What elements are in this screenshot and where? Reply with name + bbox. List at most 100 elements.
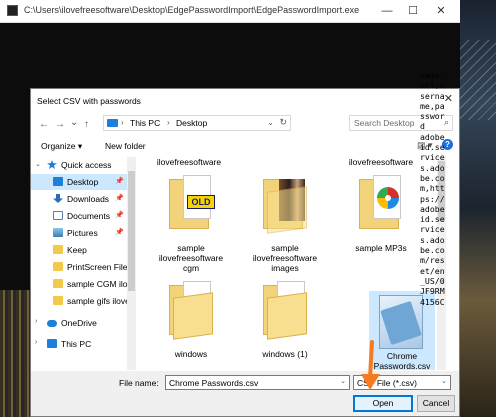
folder-icon: OLD	[169, 175, 217, 231]
preview-line: s.ado	[420, 234, 445, 245]
breadcrumb-this-pc[interactable]: This PC	[130, 118, 160, 128]
preview-line: url,u	[420, 80, 445, 91]
minimize-button[interactable]: —	[374, 2, 400, 20]
breadcrumb-desktop[interactable]: Desktop	[176, 118, 207, 128]
nav-pane-scrollbar-thumb[interactable]	[128, 171, 135, 291]
organize-button[interactable]: Organize ▾	[41, 141, 82, 152]
preview-line: adobe	[420, 131, 445, 142]
preview-line: rvice	[420, 152, 445, 163]
folder-icon	[53, 279, 63, 288]
address-bar[interactable]: › This PC › Desktop ⌄ ↻	[103, 115, 291, 131]
nav-item-keep[interactable]: Keep	[31, 242, 127, 258]
new-folder-button[interactable]: New folder	[105, 141, 146, 151]
preview-line: sswor	[420, 111, 445, 122]
folder-item-sample-cgm[interactable]: OLD sample ilovefreesoftware cgm	[159, 175, 223, 275]
dialog-title: Select CSV with passwords	[37, 96, 141, 106]
up-arrow-icon[interactable]: ↑	[84, 119, 89, 130]
folder-icon	[263, 281, 311, 340]
file-name-value: Chrome Passwords.csv	[169, 378, 259, 388]
expand-chevron-icon[interactable]: ›	[35, 318, 37, 325]
console-titlebar[interactable]: C:\Users\ilovefreesoftware\Desktop\EdgeP…	[0, 0, 460, 23]
nav-label: Keep	[67, 245, 87, 255]
forward-arrow-icon[interactable]: →	[55, 119, 65, 130]
folder-icon	[53, 296, 63, 305]
preview-line: _US/0	[420, 275, 445, 286]
preview-line: id.se	[420, 142, 445, 153]
file-name-label: File name:	[119, 378, 159, 388]
nav-item-documents[interactable]: Documents 📌	[31, 208, 127, 224]
this-pc-icon	[107, 119, 118, 127]
preview-line: s.ado	[420, 162, 445, 173]
nav-item-printscreen-files[interactable]: PrintScreen Files	[31, 259, 127, 275]
file-name-input[interactable]: Chrome Passwords.csv ⌄	[165, 375, 350, 390]
nav-label: This PC	[61, 339, 92, 349]
folder-item-windows-1[interactable]: windows (1)	[253, 281, 317, 370]
recent-locations-chevron-icon[interactable]: ⌄	[70, 117, 78, 128]
open-file-dialog: Select CSV with passwords ✕ ← → ⌄ ↑ › Th…	[30, 88, 460, 417]
preview-line: serna	[420, 90, 445, 101]
nav-label: Pictures	[67, 228, 98, 238]
csv-file-icon	[379, 295, 423, 349]
cloud-icon	[47, 320, 57, 327]
dialog-toolbar: Organize ▾ New folder ▤ ▾ ▯ ?	[31, 137, 459, 155]
file-label: windows	[174, 349, 208, 359]
nav-item-downloads[interactable]: Downloads 📌	[31, 191, 127, 207]
picture-icon	[53, 228, 63, 237]
nav-item-sample-cgm[interactable]: sample CGM ilov	[31, 276, 127, 292]
nav-pane-scrollbar[interactable]	[127, 157, 136, 370]
preview-line: name,	[420, 70, 445, 80]
nav-item-onedrive[interactable]: › OneDrive	[31, 315, 127, 331]
nav-label: Desktop	[67, 177, 99, 187]
preview-line: id.se	[420, 214, 445, 225]
back-arrow-icon[interactable]: ←	[39, 119, 49, 130]
pin-icon: 📌	[115, 229, 124, 236]
preview-line: m/res	[420, 255, 445, 266]
folder-item-sample-images[interactable]: sample ilovefreesoftware images	[253, 175, 317, 275]
preview-line: rvice	[420, 224, 445, 235]
csv-preview-text: name, url,u serna me,pa sswor d adobe id…	[420, 70, 460, 307]
preview-line: JF9RM	[420, 286, 445, 297]
console-close-button[interactable]: ✕	[428, 2, 454, 20]
dialog-footer: File name: Chrome Passwords.csv ⌄ CSV Fi…	[31, 371, 459, 416]
nav-label: Downloads	[67, 194, 110, 204]
computer-icon	[47, 339, 57, 348]
file-type-value: CSV File (*.csv)	[357, 378, 417, 388]
open-button[interactable]: Open	[353, 395, 413, 412]
folder-icon	[359, 175, 407, 231]
address-dropdown-icon[interactable]: ⌄	[267, 118, 274, 127]
file-label: sample ilovefreesoftware images	[252, 243, 318, 273]
file-type-select[interactable]: CSV File (*.csv) ⌄	[353, 375, 451, 390]
nav-item-this-pc[interactable]: › This PC	[31, 336, 127, 352]
nav-item-quick-access[interactable]: ⌄ Quick access	[31, 157, 127, 173]
breadcrumb-chevron-icon[interactable]: ›	[167, 118, 170, 127]
breadcrumb-chevron-icon[interactable]: ›	[121, 118, 124, 127]
chevron-down-icon[interactable]: ⌄	[340, 377, 346, 385]
cancel-button[interactable]: Cancel	[417, 395, 455, 412]
nav-item-pictures[interactable]: Pictures 📌	[31, 225, 127, 241]
search-placeholder: Search Desktop	[354, 118, 415, 128]
file-label-partial[interactable]: ilovefreesoftware	[335, 157, 427, 167]
expand-chevron-icon[interactable]: ›	[35, 339, 37, 346]
chevron-down-icon[interactable]: ⌄	[441, 377, 447, 385]
nav-label: Documents	[67, 211, 110, 221]
pin-icon: 📌	[115, 212, 124, 219]
file-label: windows (1)	[262, 349, 308, 359]
folder-item-windows[interactable]: windows	[159, 281, 223, 370]
maximize-button[interactable]: ☐	[400, 2, 426, 20]
nav-item-desktop[interactable]: Desktop 📌	[31, 174, 127, 190]
star-icon	[47, 160, 57, 169]
file-label-partial[interactable]: ilovefreesoftware	[143, 157, 235, 167]
file-list: ilovefreesoftware ilovefreesoftware OLD …	[137, 157, 437, 370]
document-icon	[53, 211, 63, 220]
nav-label: sample CGM ilov	[67, 279, 127, 289]
navigation-pane: ⌄ Quick access Desktop 📌 Downloads 📌 Doc…	[31, 157, 127, 370]
collapse-chevron-icon[interactable]: ⌄	[35, 160, 41, 168]
nav-label: OneDrive	[61, 318, 97, 328]
folder-item-sample-mp3s[interactable]: sample MP3s	[349, 175, 413, 275]
nav-label: PrintScreen Files	[67, 262, 127, 272]
nav-item-sample-gifs[interactable]: sample gifs ilove	[31, 293, 127, 309]
nav-label: sample gifs ilove	[67, 296, 127, 306]
console-title: C:\Users\ilovefreesoftware\Desktop\EdgeP…	[24, 5, 360, 15]
refresh-icon[interactable]: ↻	[279, 117, 287, 128]
preview-line: et/en	[420, 265, 445, 276]
